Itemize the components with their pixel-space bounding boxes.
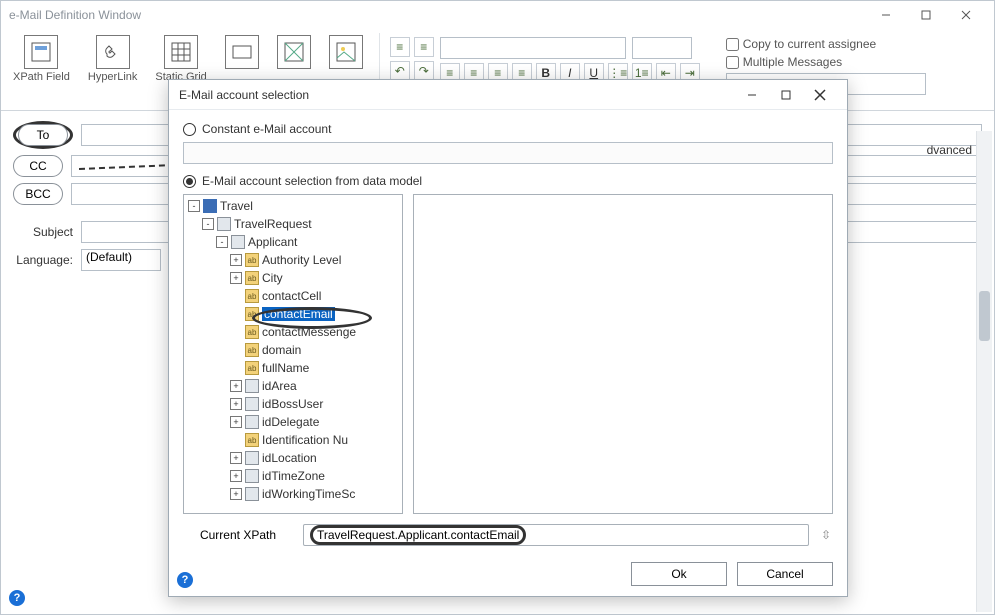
tree-attr-fullname[interactable]: abfullName xyxy=(188,359,400,377)
tree-attr-contactemail[interactable]: abcontactEmail xyxy=(188,305,400,323)
email-account-selection-dialog: E-Mail account selection Constant e-Mail… xyxy=(168,79,848,597)
multiple-messages-checkbox[interactable]: Multiple Messages xyxy=(726,55,926,69)
tree-attr-contactcell[interactable]: abcontactCell xyxy=(188,287,400,305)
datamodel-email-radio[interactable]: E-Mail account selection from data model xyxy=(183,174,833,188)
to-button[interactable]: To xyxy=(18,124,68,146)
hyperlink-button[interactable]: HyperLink xyxy=(82,33,144,106)
redo-icon[interactable]: ↷ xyxy=(414,61,434,81)
current-xpath-label: Current XPath xyxy=(183,528,293,542)
cancel-button[interactable]: Cancel xyxy=(737,562,833,586)
tree-attr-city[interactable]: +abCity xyxy=(188,269,400,287)
tree-travelrequest[interactable]: -TravelRequest xyxy=(188,215,400,233)
tree-attr-domain[interactable]: abdomain xyxy=(188,341,400,359)
indent-left-icon[interactable]: ≡ xyxy=(390,37,410,57)
subject-label: Subject xyxy=(13,225,73,239)
tree-attr-contactmessenge[interactable]: abcontactMessenge xyxy=(188,323,400,341)
advanced-label: dvanced xyxy=(927,143,972,157)
minimize-button[interactable] xyxy=(866,1,906,29)
font-size-combo[interactable] xyxy=(632,37,692,59)
modal-help-icon[interactable]: ? xyxy=(177,572,193,588)
current-xpath-input[interactable]: TravelRequest.Applicant.contactEmail xyxy=(303,524,809,546)
main-titlebar: e-Mail Definition Window xyxy=(1,1,994,29)
tree-applicant[interactable]: -Applicant xyxy=(188,233,400,251)
xpath-field-button[interactable]: XPath Field xyxy=(7,33,76,106)
modal-close-button[interactable] xyxy=(803,83,837,107)
tree-attr-idtimezone[interactable]: +idTimeZone xyxy=(188,467,400,485)
copy-to-assignee-checkbox[interactable]: Copy to current assignee xyxy=(726,37,926,51)
constant-email-radio[interactable]: Constant e-Mail account xyxy=(183,122,833,136)
language-combo[interactable]: (Default) xyxy=(81,249,161,271)
help-icon[interactable]: ? xyxy=(9,590,25,606)
tree-attr-idworkingtimesc[interactable]: +idWorkingTimeSc xyxy=(188,485,400,503)
email-definition-window: e-Mail Definition Window XPath Field Hyp… xyxy=(0,0,995,615)
cc-button[interactable]: CC xyxy=(13,155,63,177)
modal-titlebar: E-Mail account selection xyxy=(169,80,847,110)
datamodel-tree[interactable]: -Travel-TravelRequest-Applicant+abAuthor… xyxy=(183,194,403,514)
modal-maximize-button[interactable] xyxy=(769,83,803,107)
close-button[interactable] xyxy=(946,1,986,29)
preview-pane xyxy=(413,194,833,514)
tree-attr-idlocation[interactable]: +idLocation xyxy=(188,449,400,467)
window-title: e-Mail Definition Window xyxy=(9,8,866,22)
modal-minimize-button[interactable] xyxy=(735,83,769,107)
indent-right-icon[interactable]: ≡ xyxy=(414,37,434,57)
modal-title: E-Mail account selection xyxy=(179,88,735,102)
ok-button[interactable]: Ok xyxy=(631,562,727,586)
tree-attr-idbossuser[interactable]: +idBossUser xyxy=(188,395,400,413)
font-family-combo[interactable] xyxy=(440,37,626,59)
language-label: Language: xyxy=(13,253,73,267)
tree-root-travel[interactable]: -Travel xyxy=(188,197,400,215)
bcc-button[interactable]: BCC xyxy=(13,183,63,205)
maximize-button[interactable] xyxy=(906,1,946,29)
tree-attr-identification-nu[interactable]: abIdentification Nu xyxy=(188,431,400,449)
constant-email-input[interactable] xyxy=(183,142,833,164)
tree-attr-iddelegate[interactable]: +idDelegate xyxy=(188,413,400,431)
main-scrollbar[interactable] xyxy=(976,131,992,612)
xpath-stepper[interactable]: ⇳ xyxy=(819,528,833,542)
undo-icon[interactable]: ↶ xyxy=(390,61,410,81)
tree-attr-idarea[interactable]: +idArea xyxy=(188,377,400,395)
tree-attr-authority-level[interactable]: +abAuthority Level xyxy=(188,251,400,269)
